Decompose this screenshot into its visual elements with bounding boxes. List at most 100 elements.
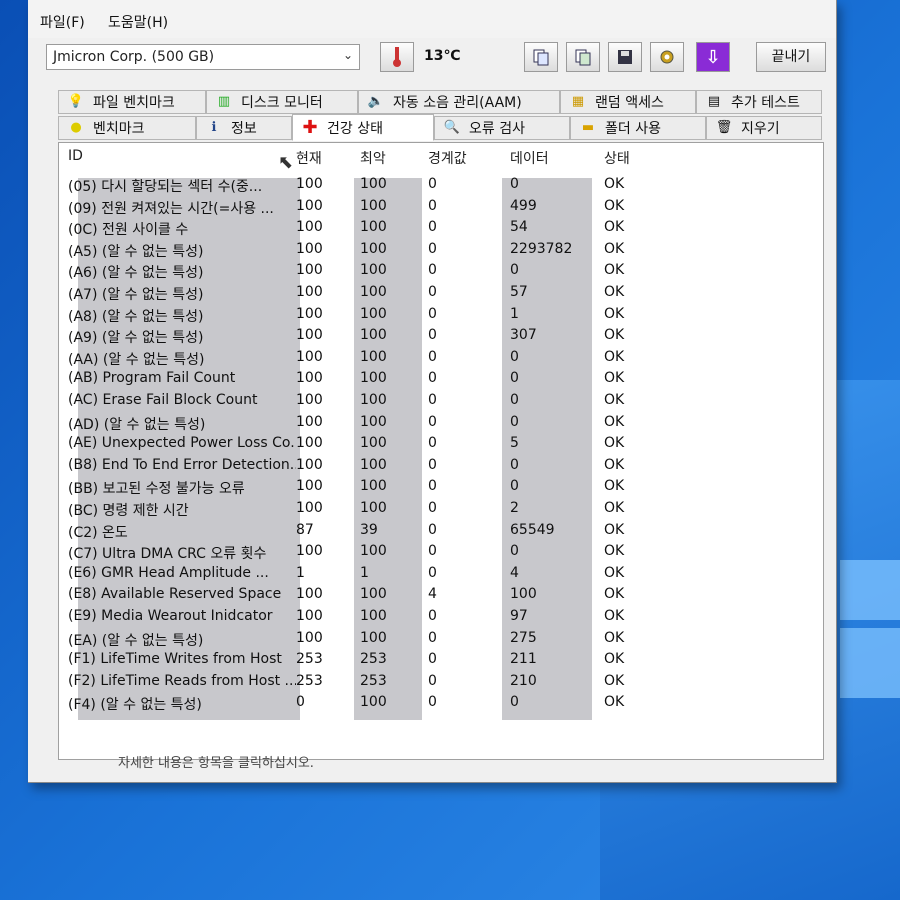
cell-status: OK [604, 370, 625, 387]
table-row[interactable]: (B8) End To End Error Detection... 100 100… [60, 456, 624, 479]
table-row[interactable]: (AE) Unexpected Power Loss Co... 100 100 0 5… [60, 435, 624, 457]
cell-threshold: 0 [428, 543, 437, 560]
cell-worst: 100 [360, 305, 387, 322]
table-row[interactable]: (EA) (알 수 없는 특성) 100 100 0 275 OK [60, 629, 624, 652]
toolbar: Jmicron Corp. (500 GB) ⌄ 13℃ ⇩ 끝내기 [28, 38, 836, 82]
tab-benchmark[interactable]: ● 벤치마크 [58, 116, 196, 140]
cell-threshold: 0 [428, 392, 437, 408]
cell-data: 0 [510, 262, 519, 279]
save-button[interactable] [608, 42, 642, 72]
cell-id: (AC) Erase Fail Block Count [68, 392, 258, 408]
table-row[interactable]: (AC) Erase Fail Block Count 100 100 0 0 OK [60, 392, 624, 414]
cell-status: OK [604, 500, 625, 516]
cell-threshold: 0 [428, 305, 437, 322]
table-row[interactable]: (09) 전원 켜져있는 시간(=사용 ... 100 100 0 499 OK [60, 198, 624, 220]
cell-data: 65549 [510, 521, 555, 538]
tab-disk-monitor[interactable]: ▥ 디스크 모니터 [206, 90, 358, 114]
tab-folder-usage[interactable]: ▬ 폴더 사용 [570, 116, 706, 140]
cell-worst: 100 [360, 543, 387, 560]
table-row[interactable]: (A6) (알 수 없는 특성) 100 100 0 0 OK [60, 262, 624, 284]
table-row[interactable]: (BC) 명령 제한 시간 100 100 0 2 OK [60, 500, 624, 522]
cell-threshold: 0 [428, 672, 437, 689]
cell-threshold: 0 [428, 694, 437, 711]
temperature-readout: 13℃ [424, 48, 461, 64]
download-button[interactable]: ⇩ [696, 42, 730, 72]
red-cross-icon: ✚ [302, 116, 318, 138]
cell-threshold: 0 [428, 370, 437, 387]
options-button[interactable] [650, 42, 684, 72]
exit-button[interactable]: 끝내기 [756, 42, 826, 72]
cell-current: 100 [296, 240, 323, 257]
copy-screenshot-button[interactable] [566, 42, 600, 72]
cell-data: 211 [510, 651, 537, 668]
table-row[interactable]: (A8) (알 수 없는 특성) 100 100 0 1 OK [60, 305, 624, 328]
cell-id: (F4) (알 수 없는 특성) [68, 697, 202, 714]
table-row[interactable]: (0C) 전원 사이클 수 100 100 0 54 OK [60, 219, 624, 241]
cell-worst: 100 [360, 586, 387, 603]
header-threshold[interactable]: 경계값 [428, 148, 467, 168]
menu-help[interactable]: 도움말(H) [108, 12, 168, 32]
table-row[interactable]: (E6) GMR Head Amplitude ... 1 1 0 4 OK [60, 564, 624, 587]
table-row[interactable]: (C7) Ultra DMA CRC 오류 횟수 100 100 0 0 OK [60, 543, 624, 565]
tab-random-access[interactable]: ▦ 랜덤 액세스 [560, 90, 696, 114]
cell-worst: 100 [360, 262, 387, 279]
drive-select[interactable]: Jmicron Corp. (500 GB) ⌄ [46, 44, 360, 70]
cell-worst: 100 [360, 435, 387, 452]
cell-status: OK [604, 435, 625, 452]
cell-status: OK [604, 543, 625, 560]
menu-file[interactable]: 파일(F) [40, 12, 85, 32]
cell-worst: 1 [360, 564, 369, 581]
cell-data: 2 [510, 500, 519, 516]
table-row[interactable]: (A7) (알 수 없는 특성) 100 100 0 57 OK [60, 284, 624, 306]
table-row[interactable]: (F2) LifeTime Reads from Host ... 253 253 0… [60, 672, 624, 695]
cell-id: (05) 다시 할당되는 섹터 수(중... [68, 179, 263, 195]
cell-status: OK [604, 521, 625, 538]
header-id[interactable]: ID [68, 148, 83, 164]
cell-worst: 100 [360, 500, 387, 516]
tab-erase[interactable]: 🗑 지우기 [706, 116, 822, 140]
mouse-cursor-icon: ⬉ [278, 152, 294, 173]
header-current[interactable]: 현재 [296, 148, 322, 168]
cell-current: 100 [296, 608, 323, 624]
table-row[interactable]: (BB) 보고된 수정 불가능 오류 100 100 0 0 OK [60, 478, 624, 500]
tab-label: 자동 소음 관리(AAM) [393, 95, 522, 111]
header-status[interactable]: 상태 [604, 148, 630, 168]
lightbulb-icon: ● [70, 120, 82, 135]
table-row[interactable]: (AA) (알 수 없는 특성) 100 100 0 0 OK [60, 348, 624, 371]
cell-current: 100 [296, 629, 323, 646]
table-row[interactable]: (A5) (알 수 없는 특성) 100 100 0 2293782 OK [60, 240, 624, 263]
tab-extra-tests[interactable]: ▤ 추가 테스트 [696, 90, 822, 114]
cell-worst: 100 [360, 629, 387, 646]
table-row[interactable]: (F4) (알 수 없는 특성) 0 100 0 0 OK [60, 694, 624, 716]
cell-worst: 100 [360, 219, 387, 236]
menu-bar: 파일(F) 도움말(H) [28, 0, 836, 38]
magnifier-icon: 🔍 [443, 120, 461, 135]
cell-threshold: 0 [428, 348, 437, 365]
cell-id: (F1) LifeTime Writes from Host [68, 651, 282, 668]
tab-info[interactable]: ℹ 정보 [196, 116, 292, 140]
cell-current: 100 [296, 176, 323, 192]
tab-health[interactable]: ✚ 건강 상태 [292, 114, 434, 141]
table-row[interactable]: (AB) Program Fail Count 100 100 0 0 OK [60, 370, 624, 392]
tab-aam[interactable]: 🔈 자동 소음 관리(AAM) [358, 90, 560, 114]
table-row[interactable]: (E8) Available Reserved Space 100 100 4 100 O… [60, 586, 624, 608]
cell-id: (E6) GMR Head Amplitude ... [68, 564, 269, 581]
copy-text-button[interactable] [524, 42, 558, 72]
table-row[interactable]: (C2) 온도 87 39 0 65549 OK [60, 521, 624, 544]
cell-status: OK [604, 327, 625, 344]
header-worst[interactable]: 최악 [360, 148, 386, 168]
table-row[interactable]: (F1) LifeTime Writes from Host 253 253 0 211… [60, 651, 624, 673]
table-row[interactable]: (AD) (알 수 없는 특성) 100 100 0 0 OK [60, 414, 624, 436]
table-row[interactable]: (A9) (알 수 없는 특성) 100 100 0 307 OK [60, 327, 624, 349]
cell-status: OK [604, 651, 625, 668]
tab-file-benchmark[interactable]: 💡 파일 벤치마크 [58, 90, 206, 114]
cell-data: 54 [510, 219, 528, 236]
cell-id: (09) 전원 켜져있는 시간(=사용 ... [68, 200, 274, 217]
cell-worst: 100 [360, 176, 387, 192]
table-row[interactable]: (E9) Media Wearout Inidcator 100 100 0 97 OK [60, 608, 624, 630]
header-data[interactable]: 데이터 [510, 148, 549, 168]
cell-current: 100 [296, 456, 323, 473]
cell-data: 0 [510, 543, 519, 560]
table-row[interactable]: (05) 다시 할당되는 섹터 수(중... 100 100 0 0 OK [60, 176, 624, 198]
tab-error-scan[interactable]: 🔍 오류 검사 [434, 116, 570, 140]
